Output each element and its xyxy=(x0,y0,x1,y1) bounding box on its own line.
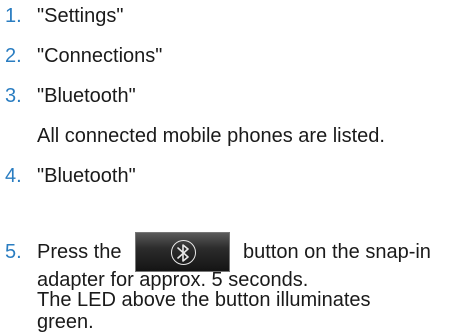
step-3-number: 3. xyxy=(5,85,22,107)
bluetooth-button-icon xyxy=(135,232,230,272)
bluetooth-symbol-icon xyxy=(177,244,189,262)
step-2-text: "Connections" xyxy=(37,45,163,67)
step-5-number: 5. xyxy=(5,241,22,263)
step-5-text-after: button on the snap-in xyxy=(243,241,431,263)
step-5-note-line1: The LED above the button illuminates xyxy=(37,289,371,311)
step-4-number: 4. xyxy=(5,165,22,187)
step-5-text-before: Press the xyxy=(37,241,122,263)
step-3-note: All connected mobile phones are listed. xyxy=(37,125,385,147)
step-2-number: 2. xyxy=(5,45,22,67)
step-3-text: "Bluetooth" xyxy=(37,85,136,107)
step-5-note-line2: green. xyxy=(37,311,94,333)
step-1-number: 1. xyxy=(5,5,22,27)
step-4-text: "Bluetooth" xyxy=(37,165,136,187)
step-1-text: "Settings" xyxy=(37,5,124,27)
